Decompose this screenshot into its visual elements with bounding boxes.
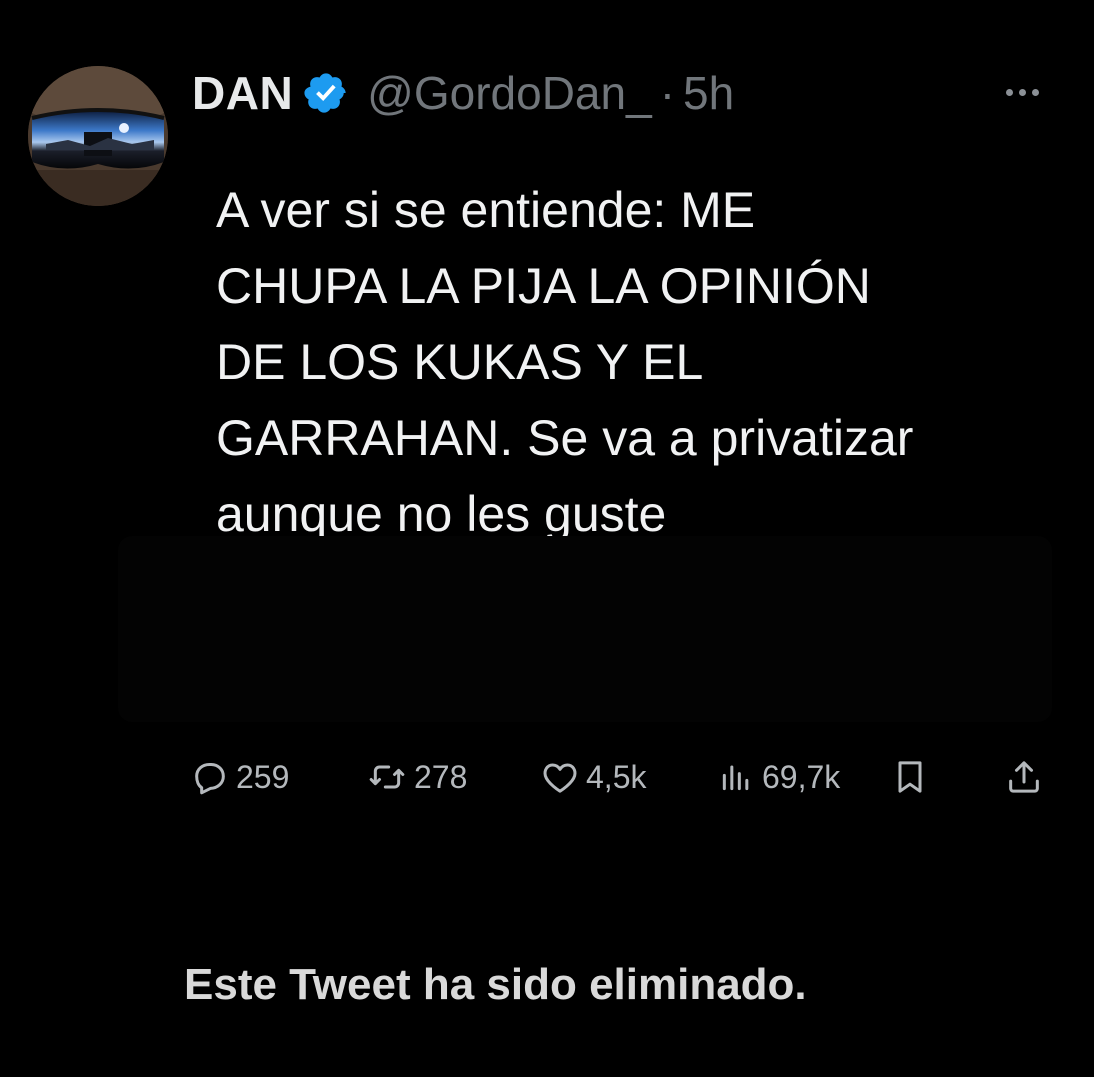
more-dots-icon xyxy=(1005,88,1013,96)
tweet-header: DAN @GordoDan_ · 5h xyxy=(192,62,734,124)
more-options-button[interactable] xyxy=(996,74,1048,110)
views-bars-icon xyxy=(722,765,749,791)
views-button[interactable]: 69,7k xyxy=(716,752,840,802)
tweet-timestamp[interactable]: 5h xyxy=(683,66,734,120)
author-name[interactable]: DAN xyxy=(192,66,293,120)
reply-button[interactable]: 259 xyxy=(190,752,289,802)
bookmark-button[interactable] xyxy=(890,752,930,802)
tweet-actions-bar: 259 278 4,5k 69,7k xyxy=(190,752,1050,802)
heart-icon xyxy=(543,763,577,793)
verified-badge-icon xyxy=(304,73,346,113)
separator-dot: · xyxy=(659,67,676,119)
tweet-deleted-notice: Este Tweet ha sido eliminado. xyxy=(184,960,807,1009)
retweet-icon xyxy=(369,765,405,789)
retweet-count: 278 xyxy=(414,758,468,795)
more-dot xyxy=(1031,88,1039,96)
retweet-button[interactable]: 278 xyxy=(366,752,467,802)
views-count: 69,7k xyxy=(762,758,841,795)
more-dot xyxy=(1018,88,1026,96)
share-upload-icon xyxy=(1009,761,1039,793)
bookmark-icon xyxy=(898,761,922,793)
reply-bubble-icon xyxy=(195,763,225,795)
media-area xyxy=(118,536,1052,722)
tweet-card: DAN @GordoDan_ · 5h A ver si se entiende… xyxy=(0,0,1094,860)
like-count: 4,5k xyxy=(586,758,647,795)
avatar[interactable] xyxy=(28,66,168,206)
tweet-text: A ver si se entiende: ME CHUPA LA PIJA L… xyxy=(216,182,914,542)
share-button[interactable] xyxy=(1004,752,1044,802)
author-handle[interactable]: @GordoDan_ xyxy=(367,66,652,120)
avatar-sunglasses-image xyxy=(28,66,168,206)
reply-count: 259 xyxy=(236,758,290,795)
like-button[interactable]: 4,5k xyxy=(540,752,646,802)
